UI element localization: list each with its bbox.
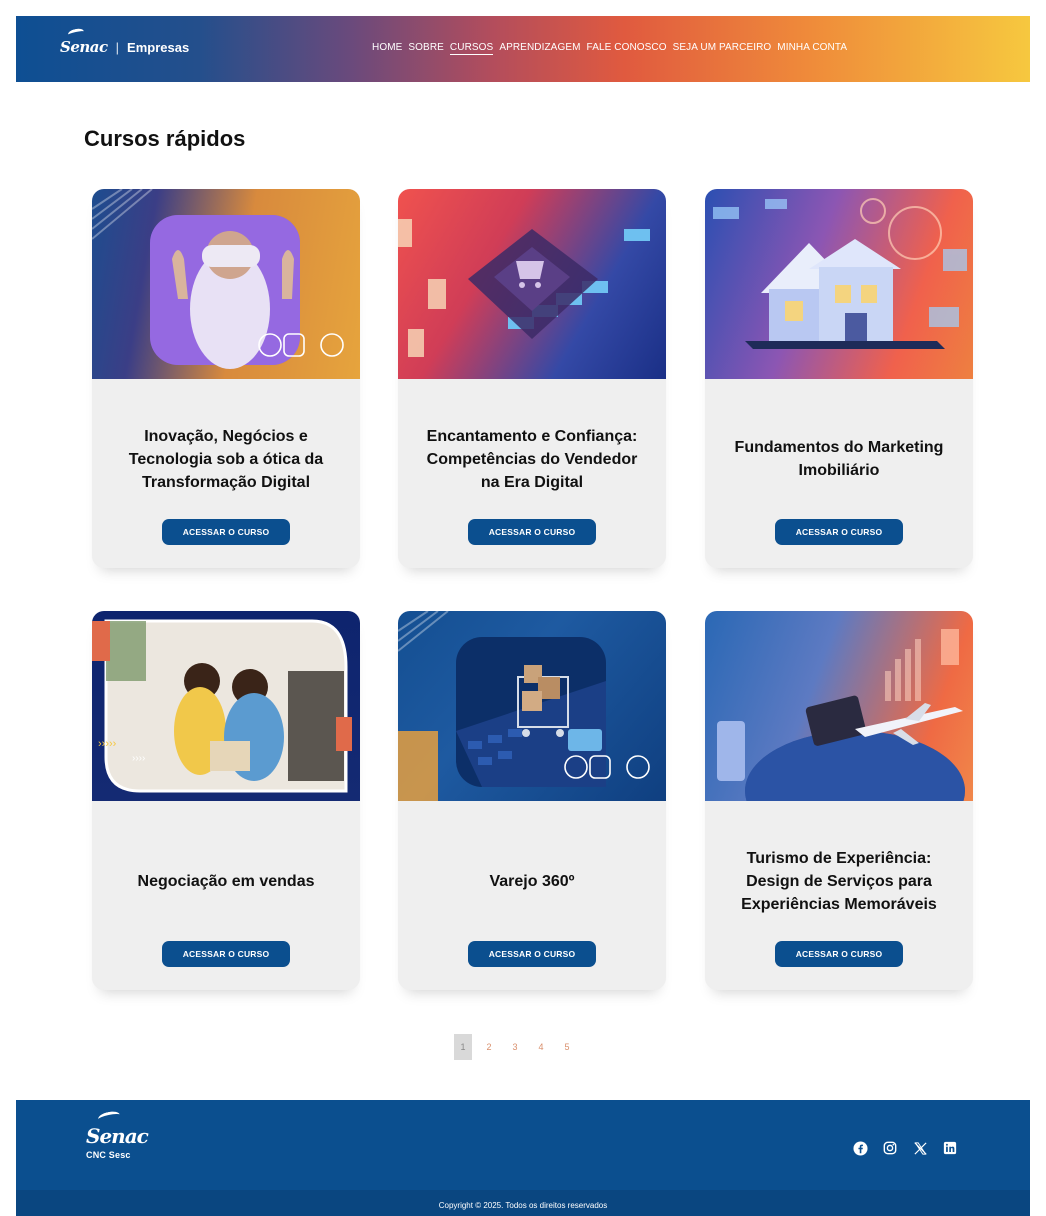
course-image-vr[interactable] (92, 189, 360, 379)
course-image-shop[interactable]: ››››› ›››› (92, 611, 360, 801)
access-course-button[interactable]: ACESSAR O CURSO (468, 941, 596, 967)
nav-cursos[interactable]: CURSOS (449, 42, 494, 55)
course-title: Encantamento e Confiança: Competências d… (426, 427, 638, 491)
page-5[interactable]: 5 (558, 1034, 576, 1060)
page-2[interactable]: 2 (480, 1034, 498, 1060)
site-footer: Senac CNC Sesc Copyright © 2025. Todos o… (16, 1100, 1030, 1216)
course-title: Negociação em vendas (137, 872, 315, 890)
svg-text:›››››: ››››› (98, 738, 117, 750)
page-1[interactable]: 1 (454, 1034, 472, 1060)
site-header: Senac | Empresas HOME SOBRE CURSOS APREN… (16, 16, 1030, 82)
course-card: Turismo de Experiência: Design de Serviç… (705, 611, 973, 990)
course-title: Turismo de Experiência: Design de Serviç… (741, 849, 937, 913)
course-title: Inovação, Negócios e Tecnologia sob a ót… (128, 427, 324, 491)
main-nav: HOME SOBRE CURSOS APRENDIZAGEM FALE CONO… (372, 42, 847, 55)
brand-separator: | (115, 39, 120, 55)
access-course-button[interactable]: ACESSAR O CURSO (775, 941, 903, 967)
facebook-icon[interactable] (852, 1140, 868, 1156)
senac-logo: Senac (60, 27, 108, 56)
nav-aprendizagem[interactable]: APRENDIZAGEM (499, 42, 580, 55)
svg-text:››››: ›››› (132, 753, 145, 764)
pagination: 1 2 3 4 5 (454, 1034, 576, 1060)
page: Senac | Empresas HOME SOBRE CURSOS APREN… (0, 0, 1046, 1216)
course-card: ››››› ›››› Negociação em vendas ACESSAR … (92, 611, 360, 990)
social-links (852, 1140, 958, 1156)
access-course-button[interactable]: ACESSAR O CURSO (162, 941, 290, 967)
course-card: Fundamentos do Marketing Imobiliário ACE… (705, 189, 973, 568)
page-3[interactable]: 3 (506, 1034, 524, 1060)
access-course-button[interactable]: ACESSAR O CURSO (162, 519, 290, 545)
course-card: Encantamento e Confiança: Competências d… (398, 189, 666, 568)
course-card: Varejo 360º ACESSAR O CURSO (398, 611, 666, 990)
course-title: Fundamentos do Marketing Imobiliário (734, 439, 944, 479)
nav-seja-parceiro[interactable]: SEJA UM PARCEIRO (673, 42, 772, 55)
course-image-cart-chip[interactable] (398, 189, 666, 379)
page-title: Cursos rápidos (84, 126, 246, 151)
linkedin-icon[interactable] (942, 1140, 958, 1156)
course-image-house[interactable] (705, 189, 973, 379)
nav-sobre[interactable]: SOBRE (408, 42, 444, 55)
brand[interactable]: Senac | Empresas (60, 27, 190, 56)
brand-name: Empresas (127, 39, 190, 55)
nav-minha-conta[interactable]: MINHA CONTA (777, 42, 847, 55)
nav-fale-conosco[interactable]: FALE CONOSCO (587, 42, 667, 55)
instagram-icon[interactable] (882, 1140, 898, 1156)
copyright: Copyright © 2025. Todos os direitos rese… (438, 1201, 608, 1210)
footer-logo[interactable]: Senac CNC Sesc (86, 1109, 149, 1160)
course-image-travel[interactable] (705, 611, 973, 801)
page-4[interactable]: 4 (532, 1034, 550, 1060)
access-course-button[interactable]: ACESSAR O CURSO (775, 519, 903, 545)
course-card: Inovação, Negócios e Tecnologia sob a ót… (92, 189, 360, 568)
x-twitter-icon[interactable] (912, 1140, 928, 1156)
course-image-cart-keyboard[interactable] (398, 611, 666, 801)
access-course-button[interactable]: ACESSAR O CURSO (468, 519, 596, 545)
nav-home[interactable]: HOME (372, 42, 402, 55)
course-title: Varejo 360º (489, 872, 575, 890)
